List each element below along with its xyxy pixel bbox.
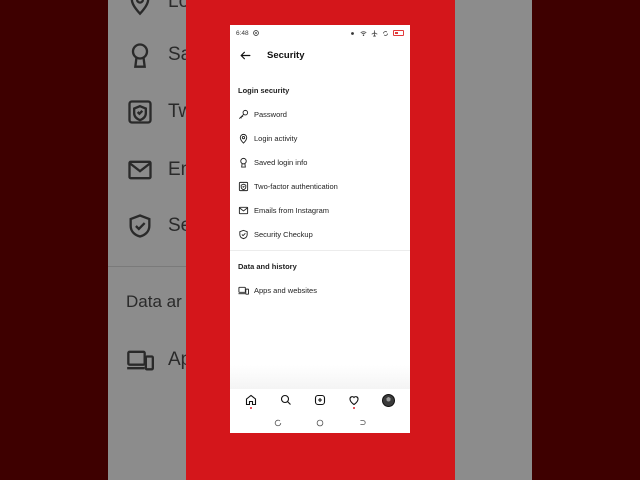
background-right-dark [532, 0, 640, 480]
section-label-data-history: Data and history [238, 262, 297, 271]
arrow-left-icon [240, 51, 250, 59]
laptop-phone-icon [127, 350, 154, 371]
menu-item-apps-and-websites[interactable]: Apps and websites [230, 279, 410, 301]
keyhole-icon [131, 43, 149, 68]
notification-icon [252, 30, 259, 36]
bg-divider [108, 266, 186, 267]
bottom-nav [230, 388, 410, 412]
background-left-dark [0, 0, 108, 480]
home-icon [246, 394, 257, 406]
nav-search-button[interactable] [276, 390, 296, 410]
notification-dot [353, 407, 356, 409]
background-zoomed-settings: Lo Sa Tw Em Se Data ar Ap [108, 0, 186, 480]
section-divider [230, 250, 410, 251]
shield-check-icon [129, 214, 151, 238]
key-icon [239, 109, 249, 119]
wifi-icon [360, 30, 367, 36]
airplane-icon [371, 29, 378, 37]
nav-profile-button[interactable] [379, 390, 399, 410]
back-nav-icon[interactable] [358, 419, 366, 427]
heart-icon [349, 396, 359, 406]
avatar [382, 393, 396, 407]
nav-shadow [230, 365, 410, 389]
mail-icon [128, 160, 152, 180]
nav-activity-button[interactable] [344, 390, 364, 410]
nav-create-button[interactable] [310, 390, 330, 410]
notification-dot [250, 407, 253, 409]
home-circle-icon[interactable] [316, 419, 324, 427]
shield-check-icon [239, 229, 248, 239]
menu-item-emails-from-instagram[interactable]: Emails from Instagram [230, 199, 410, 221]
sync-icon [383, 30, 388, 36]
bg-row-apps: Ap [126, 346, 186, 374]
alarm-icon [351, 31, 354, 35]
bg-row-saved-login: Sa [126, 41, 186, 69]
status-bar: 6:48 [230, 25, 410, 41]
recents-icon[interactable] [274, 419, 282, 427]
shield-check-icon [238, 181, 249, 191]
background-gray-right [455, 0, 532, 480]
search-icon [280, 394, 291, 405]
shield-check-icon [128, 100, 152, 124]
battery-icon [393, 30, 404, 36]
bg-row-two-factor: Tw [126, 98, 186, 126]
menu-item-password[interactable]: Password [230, 103, 410, 125]
mail-icon [238, 206, 249, 214]
section-label-login-security: Login security [238, 86, 290, 95]
page-title: Security [267, 49, 305, 61]
bg-section-label: Data ar [126, 292, 182, 311]
menu-item-security-checkup[interactable]: Security Checkup [230, 223, 410, 245]
create-icon [314, 394, 326, 406]
phone-screen: 6:48 Security Login security Password Lo… [230, 25, 410, 433]
bg-row-security-checkup: Se [126, 212, 186, 240]
location-pin-icon [239, 133, 248, 144]
laptop-phone-icon [238, 286, 249, 295]
keyhole-icon [240, 157, 247, 168]
back-button[interactable] [232, 43, 258, 67]
menu-item-login-activity[interactable]: Login activity [230, 127, 410, 149]
nav-home-button[interactable] [241, 390, 261, 410]
status-time: 6:48 [236, 29, 249, 37]
header: Security [230, 43, 410, 67]
bg-row-login-activity: Lo [126, 0, 186, 16]
location-pin-icon [130, 0, 150, 16]
menu-item-saved-login-info[interactable]: Saved login info [230, 151, 410, 173]
bg-row-emails: Em [126, 156, 186, 184]
menu-item-two-factor[interactable]: Two-factor authentication [230, 175, 410, 197]
android-nav-bar [230, 413, 410, 433]
